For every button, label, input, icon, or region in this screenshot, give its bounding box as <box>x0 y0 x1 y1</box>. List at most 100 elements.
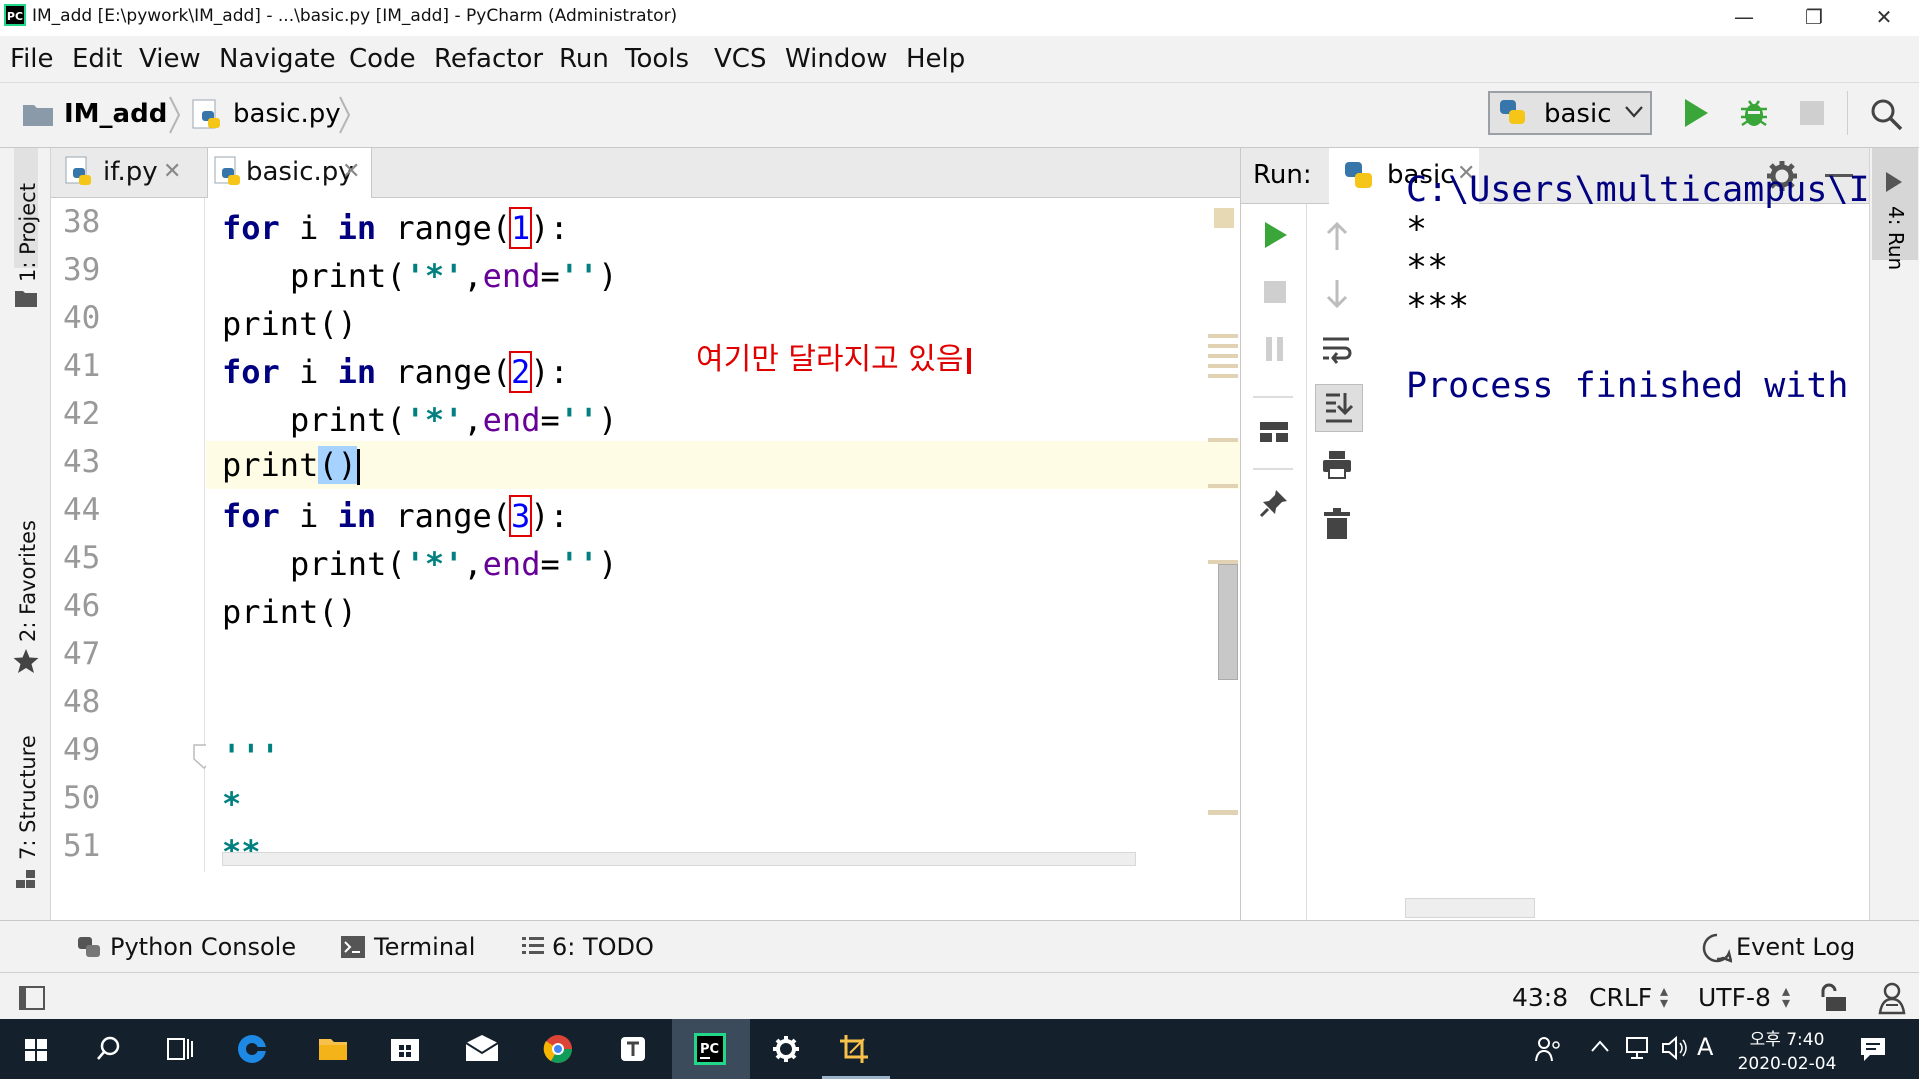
menu-edit[interactable]: Edit <box>72 44 122 74</box>
crop-tool-icon[interactable] <box>822 1019 890 1079</box>
layout-icon[interactable] <box>1259 420 1289 444</box>
chrome-icon[interactable] <box>522 1019 594 1079</box>
keyword: for <box>222 353 280 391</box>
error-stripe-mark[interactable] <box>1208 344 1238 348</box>
menu-help[interactable]: Help <box>906 44 965 74</box>
code-text: ): <box>530 353 569 391</box>
menu-window[interactable]: Window <box>785 44 888 74</box>
stop-icon[interactable] <box>1263 280 1287 304</box>
menu-view[interactable]: View <box>139 44 201 74</box>
code-text: , <box>463 257 483 295</box>
project-tool-button[interactable]: 1: Project <box>16 183 40 282</box>
menu-refactor[interactable]: Refactor <box>434 44 543 74</box>
menu-tools[interactable]: Tools <box>625 44 689 74</box>
code-line: print('*',end='') <box>290 540 618 588</box>
close-icon[interactable]: ✕ <box>342 147 360 196</box>
run-label: Run: <box>1253 160 1312 190</box>
annotation-cursor <box>967 347 972 374</box>
encoding-select[interactable]: UTF-8 <box>1698 983 1771 1012</box>
arrow-up-icon[interactable] <box>1325 222 1349 252</box>
trash-icon[interactable] <box>1323 508 1351 540</box>
error-stripe-mark[interactable] <box>1208 374 1238 378</box>
start-button[interactable] <box>0 1019 72 1079</box>
task-view-icon[interactable] <box>144 1019 216 1079</box>
menu-run[interactable]: Run <box>559 44 609 74</box>
chevron-up-icon[interactable] <box>1590 1039 1610 1053</box>
typora-icon[interactable] <box>597 1019 669 1079</box>
inspector-icon[interactable] <box>1876 981 1908 1015</box>
event-log-button[interactable]: Event Log <box>1736 933 1855 961</box>
error-stripe-mark[interactable] <box>1208 438 1238 442</box>
error-stripe-mark[interactable] <box>1208 334 1238 338</box>
pin-icon[interactable] <box>1259 488 1289 518</box>
search-icon[interactable] <box>72 1019 144 1079</box>
code-text: ) <box>598 257 618 295</box>
minimize-button[interactable]: — <box>1713 0 1775 36</box>
mail-icon[interactable] <box>446 1019 518 1079</box>
tab-basic-py[interactable]: basic.py ✕ <box>207 148 372 198</box>
menu-vcs[interactable]: VCS <box>714 44 766 74</box>
unlock-icon[interactable] <box>1820 983 1850 1013</box>
run-icon[interactable] <box>1681 97 1711 129</box>
tab-if-py[interactable]: if.py ✕ <box>51 148 191 197</box>
code-line: print('*',end='') <box>290 252 618 300</box>
people-icon[interactable] <box>1534 1035 1564 1063</box>
horizontal-scrollbar[interactable] <box>222 852 1136 866</box>
menu-file[interactable]: File <box>10 44 54 74</box>
tab-label: if.py <box>103 157 158 187</box>
favorites-tool-button[interactable]: 2: Favorites <box>16 520 40 642</box>
vertical-scrollbar-thumb[interactable] <box>1218 564 1238 680</box>
terminal-button[interactable]: Terminal <box>374 933 475 961</box>
folder-icon <box>22 101 54 127</box>
search-icon[interactable] <box>1869 97 1903 131</box>
volume-icon[interactable] <box>1660 1035 1690 1061</box>
error-stripe-mark[interactable] <box>1208 354 1238 358</box>
tool-windows-toggle-icon[interactable] <box>18 985 46 1011</box>
rerun-icon[interactable] <box>1261 220 1289 250</box>
pause-icon[interactable] <box>1265 336 1285 362</box>
horizontal-scrollbar[interactable] <box>1405 898 1535 918</box>
close-icon[interactable]: ✕ <box>163 147 181 196</box>
error-stripe-mark[interactable] <box>1208 484 1238 488</box>
terminal-icon <box>340 935 366 959</box>
menu-code[interactable]: Code <box>349 44 416 74</box>
line-separator-select[interactable]: CRLF <box>1589 983 1652 1012</box>
scroll-to-end-button[interactable] <box>1315 384 1363 432</box>
run-configuration-select[interactable]: basic <box>1488 91 1652 135</box>
debug-icon[interactable] <box>1738 97 1770 129</box>
restore-button[interactable]: ❐ <box>1783 0 1845 36</box>
run-tool-button[interactable]: 4: Run <box>1872 148 1918 270</box>
structure-tool-button[interactable]: 7: Structure <box>16 735 40 860</box>
inspection-indicator[interactable] <box>1214 208 1234 228</box>
store-icon[interactable] <box>369 1019 441 1079</box>
clock[interactable]: 오후 7:40 2020-02-04 <box>1732 1025 1842 1074</box>
network-icon[interactable] <box>1624 1035 1652 1061</box>
current-line-highlight <box>206 441 1240 489</box>
breadcrumb-project[interactable]: IM_add <box>64 99 167 129</box>
stop-icon[interactable] <box>1799 100 1825 126</box>
notification-icon[interactable] <box>1858 1035 1888 1063</box>
code-editor[interactable]: for i in range(1): print('*',end='') pri… <box>206 198 1240 872</box>
close-button[interactable]: ✕ <box>1853 0 1915 36</box>
code-line: for i in range(1): <box>222 204 569 252</box>
line-number: 40 <box>63 300 101 336</box>
arrow-down-icon[interactable] <box>1325 278 1349 308</box>
print-icon[interactable] <box>1321 450 1353 480</box>
todo-button[interactable]: 6: TODO <box>552 933 654 961</box>
python-console-button[interactable]: Python Console <box>110 933 296 961</box>
file-explorer-icon[interactable] <box>297 1019 369 1079</box>
error-stripe-mark[interactable] <box>1208 810 1238 815</box>
soft-wrap-icon[interactable] <box>1321 336 1353 364</box>
string-literal: * <box>222 785 242 823</box>
settings-icon[interactable] <box>750 1019 822 1079</box>
breadcrumb-file[interactable]: basic.py <box>233 99 341 129</box>
line-number: 51 <box>63 828 101 864</box>
menu-navigate[interactable]: Navigate <box>219 44 336 74</box>
toolbar-divider <box>1847 91 1848 135</box>
ime-indicator[interactable]: A <box>1697 1033 1713 1061</box>
edge-browser-icon[interactable] <box>216 1019 288 1079</box>
string-literal: ''' <box>222 737 280 775</box>
error-stripe-mark[interactable] <box>1208 364 1238 368</box>
caret-position[interactable]: 43:8 <box>1512 983 1568 1012</box>
pycharm-taskbar-icon[interactable]: PC <box>672 1019 750 1079</box>
